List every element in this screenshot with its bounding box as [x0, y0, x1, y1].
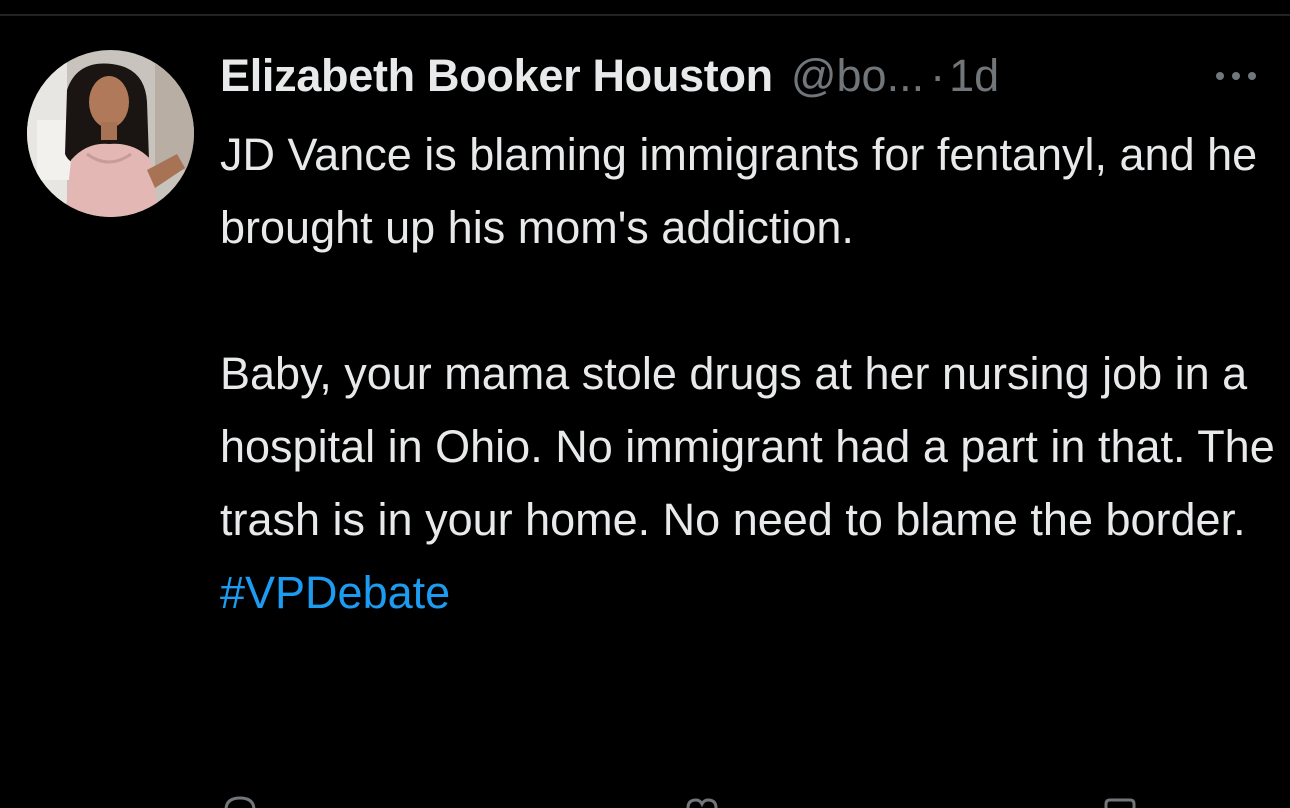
tweet-action-bar	[220, 796, 1160, 808]
hashtag-link[interactable]: #VPDebate	[220, 567, 450, 618]
divider	[0, 14, 1290, 16]
tweet-page: Elizabeth Booker Houston @bo... · 1d JD …	[0, 0, 1290, 808]
tweet-text: JD Vance is blaming immigrants for fenta…	[220, 118, 1280, 629]
tweet-paragraph: JD Vance is blaming immigrants for fenta…	[220, 129, 1258, 253]
header-separator: ·	[930, 50, 946, 101]
like-icon	[686, 798, 718, 808]
more-options-button[interactable]	[1208, 62, 1264, 90]
author-handle[interactable]: @bo...	[791, 50, 924, 102]
profile-photo-icon	[27, 50, 194, 217]
more-horizontal-icon	[1216, 72, 1256, 80]
tweet-timestamp[interactable]: 1d	[949, 50, 999, 102]
like-button[interactable]	[680, 796, 720, 808]
reply-icon	[224, 796, 256, 808]
avatar[interactable]	[27, 50, 194, 217]
tweet-paragraph-text: Baby, your mama stole drugs at her nursi…	[220, 348, 1275, 545]
bookmark-button[interactable]	[1100, 796, 1140, 808]
tweet-paragraph: Baby, your mama stole drugs at her nursi…	[220, 337, 1280, 629]
author-display-name[interactable]: Elizabeth Booker Houston	[220, 50, 773, 102]
bookmark-icon	[1104, 798, 1136, 808]
reply-button[interactable]	[220, 796, 260, 808]
tweet-header: Elizabeth Booker Houston @bo... · 1d	[220, 46, 999, 106]
